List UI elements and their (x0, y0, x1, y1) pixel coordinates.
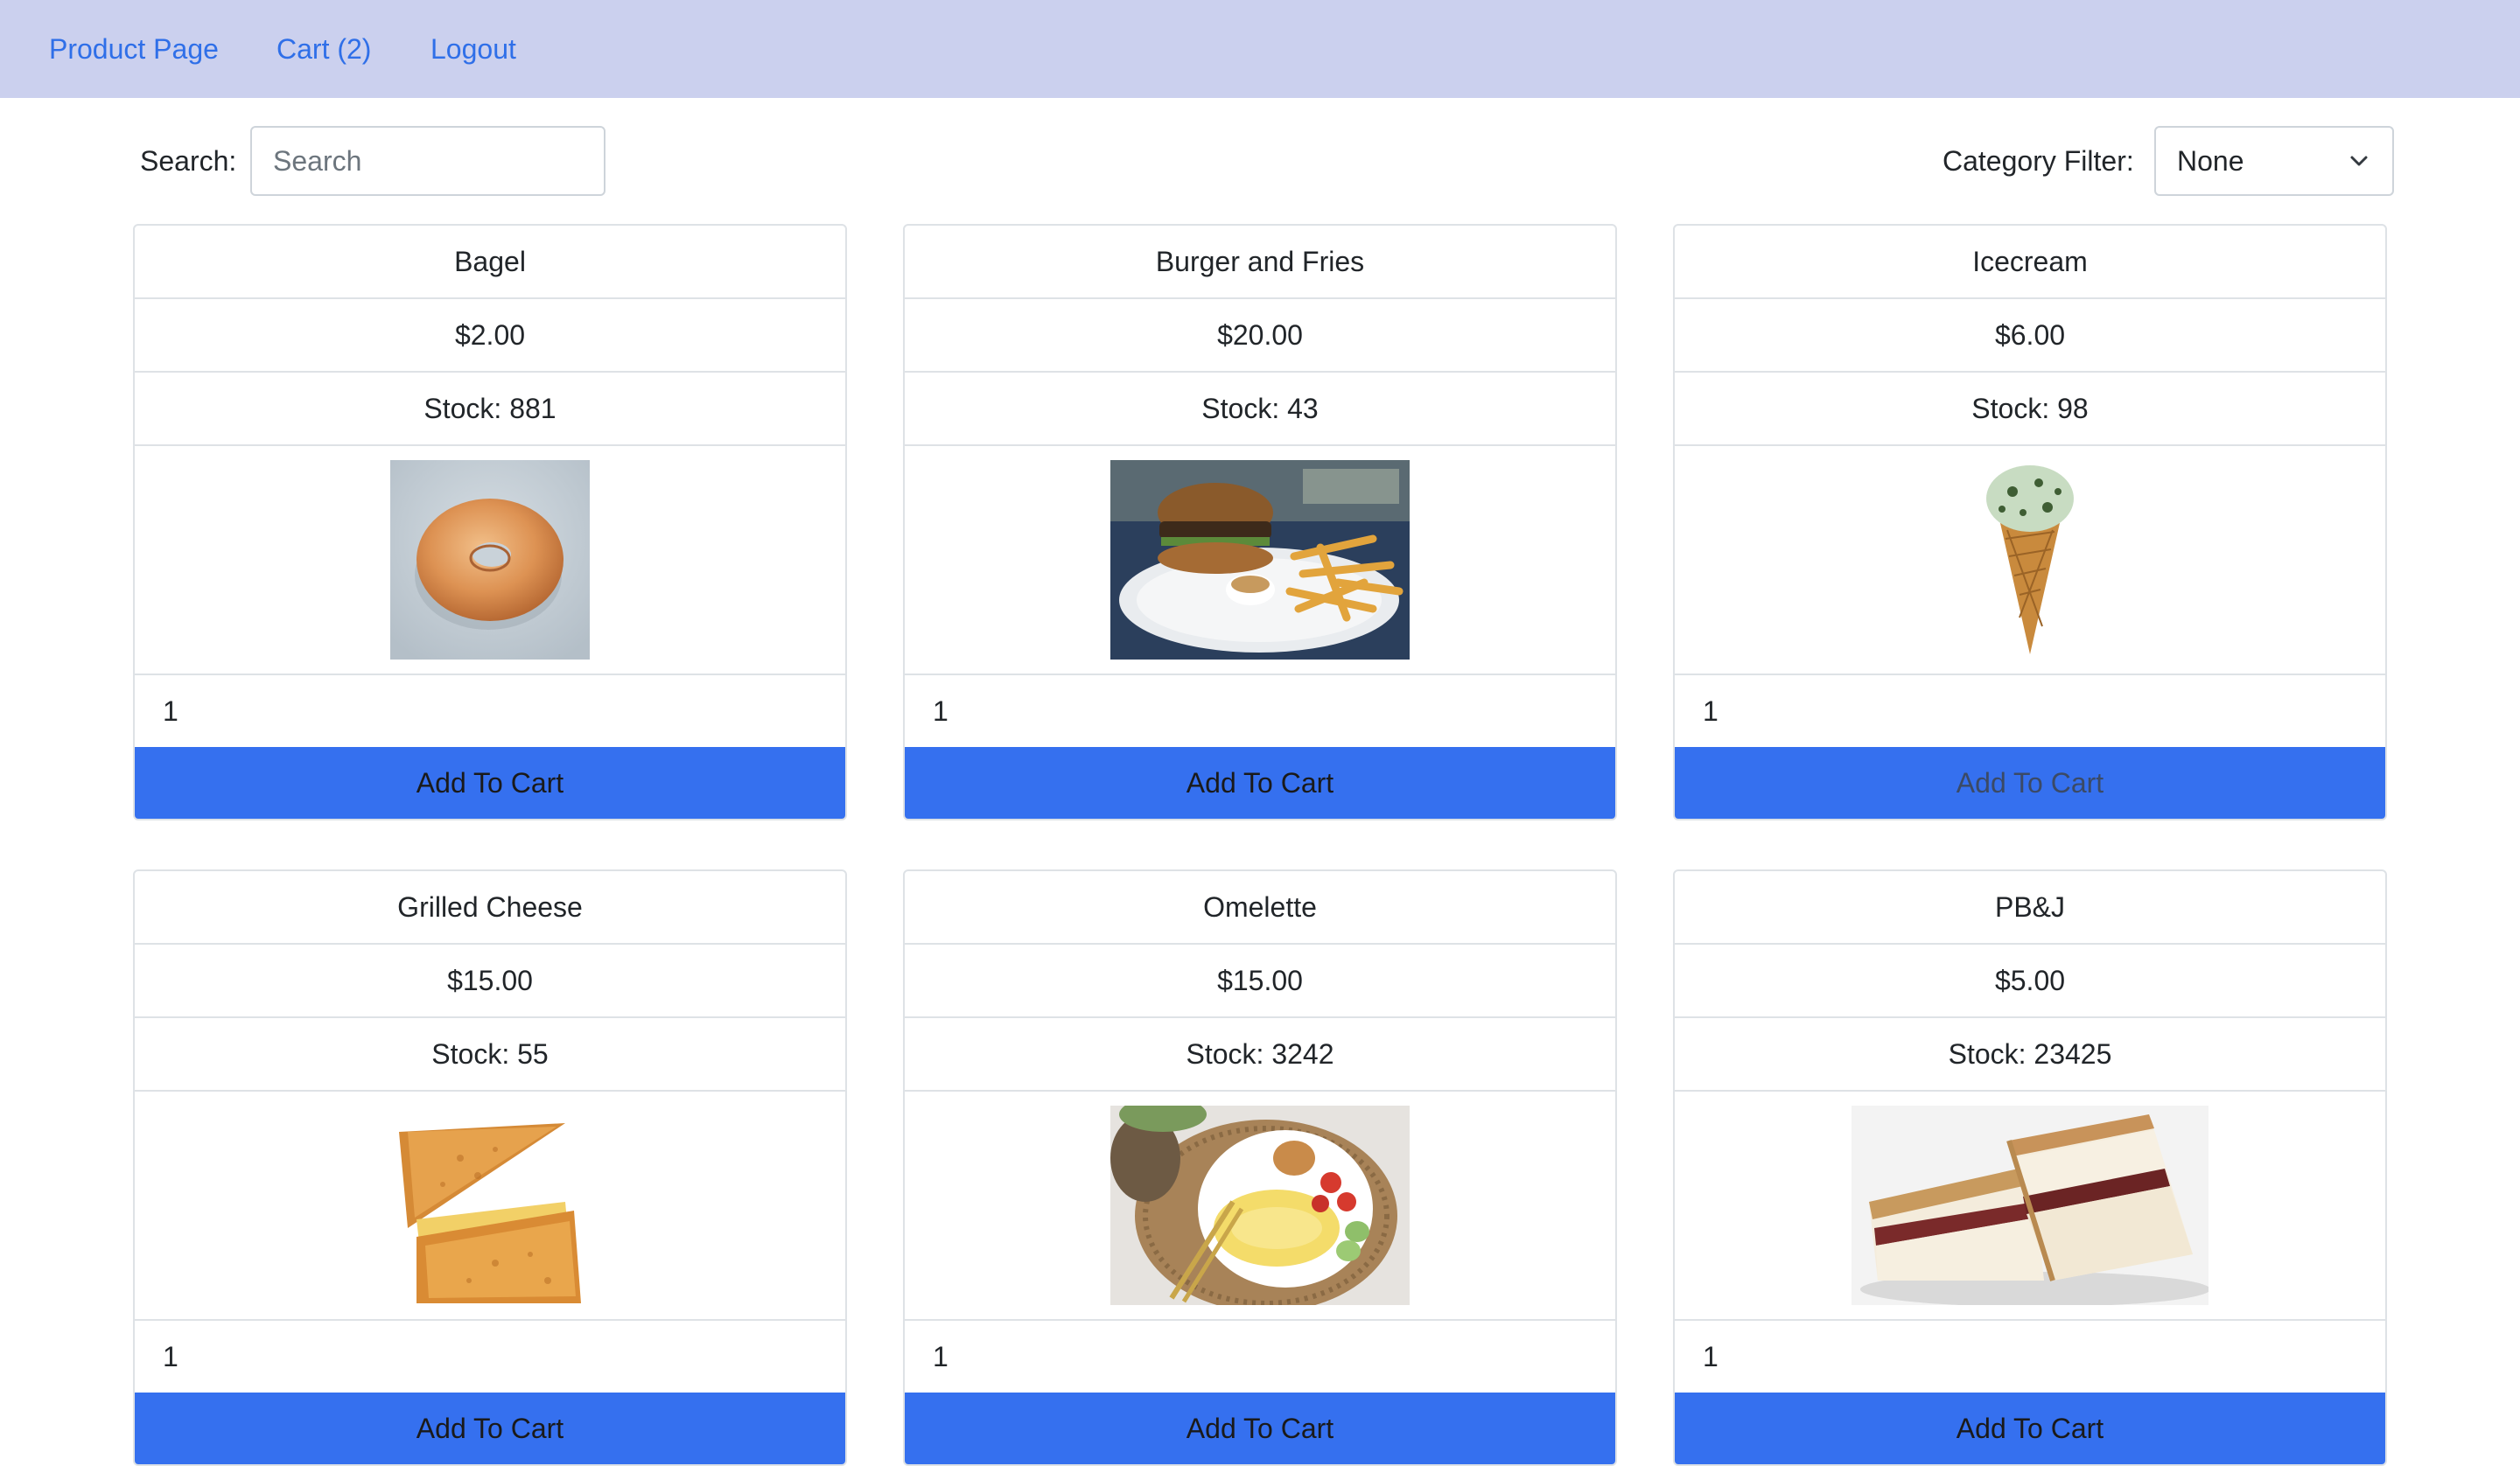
product-name: Grilled Cheese (135, 871, 845, 945)
nav-link-product-page[interactable]: Product Page (49, 0, 219, 98)
search-label: Search: (140, 145, 237, 177)
product-name: Bagel (135, 226, 845, 299)
product-name: Burger and Fries (905, 226, 1615, 299)
add-to-cart-button[interactable]: Add To Cart (135, 747, 845, 819)
product-card: Omelette $15.00 Stock: 3242 Add To Cart (903, 869, 1617, 1466)
product-card: Bagel $2.00 Stock: 881 Add (133, 224, 847, 820)
bagel-image (390, 460, 590, 660)
quantity-input[interactable] (135, 675, 845, 747)
product-card: PB&J $5.00 Stock: 23425 Add To Cart (1673, 869, 2387, 1466)
category-filter-value: None (2177, 145, 2244, 177)
product-price: $15.00 (905, 945, 1615, 1018)
product-price: $5.00 (1675, 945, 2385, 1018)
nav-link-logout[interactable]: Logout (430, 0, 516, 98)
quantity-input[interactable] (135, 1321, 845, 1393)
product-stock: Stock: 55 (135, 1018, 845, 1092)
product-stock: Stock: 43 (905, 373, 1615, 446)
product-name: Icecream (1675, 226, 2385, 299)
nav-link-cart[interactable]: Cart (2) (276, 0, 371, 98)
add-to-cart-button[interactable]: Add To Cart (905, 747, 1615, 819)
quantity-input[interactable] (905, 1321, 1615, 1393)
quantity-input[interactable] (1675, 675, 2385, 747)
product-stock: Stock: 23425 (1675, 1018, 2385, 1092)
add-to-cart-button[interactable]: Add To Cart (135, 1393, 845, 1464)
search-input[interactable] (250, 126, 606, 196)
top-navbar: Product Page Cart (2) Logout (0, 0, 2520, 98)
add-to-cart-button[interactable]: Add To Cart (1675, 1393, 2385, 1464)
category-filter-label: Category Filter: (1942, 145, 2134, 177)
add-to-cart-button[interactable]: Add To Cart (905, 1393, 1615, 1464)
omelette-image (1110, 1106, 1410, 1305)
product-price: $6.00 (1675, 299, 2385, 373)
category-filter-select[interactable]: None (2154, 126, 2394, 196)
quantity-input[interactable] (905, 675, 1615, 747)
product-card: Icecream $6.00 Stock: 98 Add To Cart (1673, 224, 2387, 820)
product-card: Burger and Fries $20.00 Stock: 43 1 Add … (903, 224, 1617, 820)
pbj-sandwich-image (1852, 1106, 2208, 1305)
product-stock: Stock: 98 (1675, 373, 2385, 446)
icecream-cone-image (1978, 460, 2082, 660)
chevron-down-icon (2350, 156, 2368, 166)
product-name: Omelette (905, 871, 1615, 945)
product-name: PB&J (1675, 871, 2385, 945)
product-price: $20.00 (905, 299, 1615, 373)
quantity-input[interactable] (1675, 1321, 2385, 1393)
product-price: $2.00 (135, 299, 845, 373)
burger-and-fries-image (1110, 460, 1410, 660)
product-stock: Stock: 881 (135, 373, 845, 446)
product-card: Grilled Cheese $15.00 Stock: 55 Add To C… (133, 869, 847, 1466)
grilled-cheese-image (390, 1106, 590, 1305)
product-stock: Stock: 3242 (905, 1018, 1615, 1092)
product-price: $15.00 (135, 945, 845, 1018)
add-to-cart-button[interactable]: Add To Cart (1675, 747, 2385, 819)
